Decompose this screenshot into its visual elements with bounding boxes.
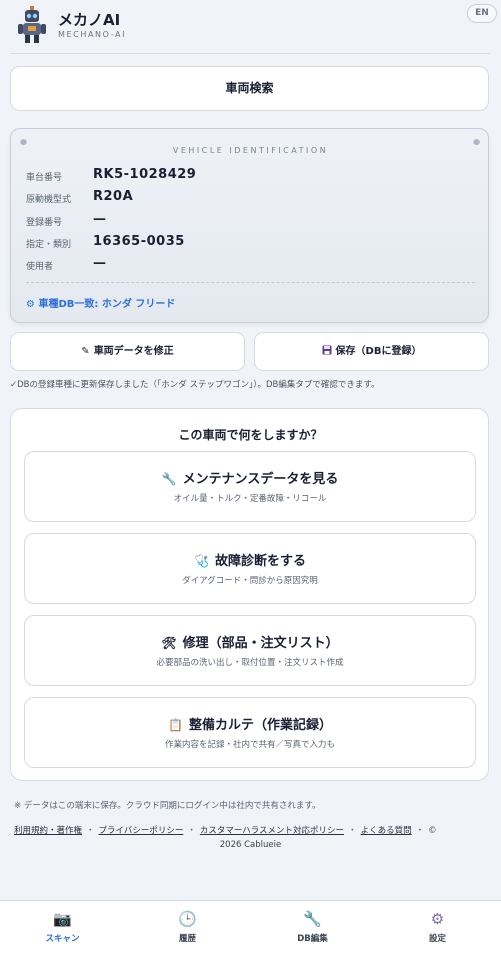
vehicle-identification-card: VEHICLE IDENTIFICATION 車台番号 RK5-1028429 … (10, 128, 489, 323)
menu-item-title: 整備カルテ（作業記録） (188, 718, 332, 733)
menu-item-subtitle: 必要部品の洗い出し・取付位置・注文リスト作成 (156, 658, 344, 668)
clock-icon: 🕒 (178, 910, 197, 928)
vehicle-row-value: R20A (93, 189, 134, 204)
vehicle-row-value: — (93, 256, 107, 271)
edit-vehicle-data-button[interactable]: ✎ 車両データを修正 (10, 332, 245, 371)
nav-tab-db-edit[interactable]: 🔧 DB編集 (250, 901, 375, 953)
data-storage-note: ※ データはこの端末に保存。クラウド同期にログイン中は社内で共有されます。 (14, 801, 321, 811)
save-confirmation-message: ✓DBの登録車種に更新保存しました（「ホンダ ステップワゴン」）。DB編集タブで… (10, 380, 380, 390)
copyright-symbol: © (428, 826, 437, 836)
vehicle-search-button[interactable]: 車両検索 (10, 66, 489, 111)
vehicle-row-value: — (93, 212, 107, 227)
pencil-icon: ✎ (81, 346, 90, 357)
rivet-decoration (473, 138, 480, 145)
tools-icon: 🛠 (161, 636, 177, 650)
nav-tab-history[interactable]: 🕒 履歴 (125, 901, 250, 953)
nav-tab-scan[interactable]: 📷 スキャン (0, 901, 125, 953)
vehicle-card-divider (26, 282, 475, 283)
app-subtitle: MECHANO-AI (58, 30, 127, 39)
link-separator: ・ (348, 826, 357, 836)
copyright-text: 2026 Cablueie (219, 840, 282, 850)
floppy-disk-icon (322, 333, 332, 370)
menu-item-service-record[interactable]: 📋 整備カルテ（作業記録） 作業内容を記録・社内で共有／写真で入力も (24, 697, 476, 768)
nav-tab-label: 設定 (428, 934, 446, 944)
harassment-policy-link[interactable]: カスタマーハラスメント対応ポリシー (200, 826, 344, 836)
camera-icon: 📷 (53, 910, 72, 928)
menu-item-maintenance-data[interactable]: 🔧 メンテナンスデータを見る オイル量・トルク・定番故障・リコール (24, 451, 476, 522)
link-separator: ・ (187, 826, 196, 836)
stethoscope-icon: 🩺 (194, 554, 209, 568)
db-match-status: ⚙ 車種DB一致: ホンダ フリード (26, 299, 176, 310)
menu-item-subtitle: 作業内容を記録・社内で共有／写真で入力も (164, 740, 335, 750)
action-menu-question: この車両で何をしますか？ (178, 428, 323, 442)
nav-tab-label: 履歴 (178, 934, 196, 944)
action-menu-panel: この車両で何をしますか？ 🔧 メンテナンスデータを見る オイル量・トルク・定番故障… (10, 408, 489, 781)
privacy-policy-link[interactable]: プライバシーポリシー (99, 826, 184, 836)
menu-item-title: 修理（部品・注文リスト） (182, 636, 339, 651)
vehicle-card-title: VEHICLE IDENTIFICATION (172, 146, 329, 155)
footer-links: 利用規約・著作権・プライバシーポリシー・カスタマーハラスメント対応ポリシー・よく… (14, 822, 488, 840)
edit-vehicle-data-label: 車両データを修正 (93, 346, 174, 357)
menu-item-diagnosis[interactable]: 🩺 故障診断をする ダイアグコード・問診から原因究明 (24, 533, 476, 604)
clipboard-icon: 📋 (168, 718, 183, 732)
rivet-decoration (20, 138, 27, 145)
bottom-navigation: 📷 スキャン 🕒 履歴 🔧 DB編集 ⚙ 設定 (0, 900, 501, 953)
nav-tab-settings[interactable]: ⚙ 設定 (375, 901, 500, 953)
save-to-db-button[interactable]: 保存（DBに登録） (254, 332, 489, 371)
save-to-db-label: 保存（DBに登録） (335, 346, 422, 357)
nav-tab-label: DB編集 (297, 934, 328, 944)
menu-item-title-row: 🩺 故障診断をする (25, 550, 475, 569)
menu-item-title: メンテナンスデータを見る (182, 472, 339, 487)
menu-item-title-row: 🔧 メンテナンスデータを見る (25, 468, 475, 487)
gear-icon: ⚙ (430, 910, 445, 928)
menu-item-title: 故障診断をする (214, 554, 306, 569)
language-toggle-button[interactable]: EN (467, 4, 497, 23)
wrench-icon: 🔧 (161, 472, 177, 486)
faq-link[interactable]: よくある質問 (361, 826, 412, 836)
menu-item-subtitle: ダイアグコード・問診から原因究明 (182, 576, 318, 586)
link-separator: ・ (415, 826, 425, 836)
header-divider (10, 53, 490, 54)
terms-link[interactable]: 利用規約・著作権 (14, 826, 82, 836)
robot-mascot-logo (16, 6, 48, 44)
app-header: メカノAI MECHANO-AI EN (0, 0, 501, 54)
menu-item-subtitle: オイル量・トルク・定番故障・リコール (173, 494, 327, 504)
vehicle-row-value: RK5-1028429 (93, 167, 197, 182)
link-separator: ・ (86, 826, 95, 836)
menu-item-repair[interactable]: 🛠 修理（部品・注文リスト） 必要部品の洗い出し・取付位置・注文リスト作成 (24, 615, 476, 686)
nav-tab-label: スキャン (45, 934, 80, 944)
vehicle-row-value: 16365-0035 (93, 234, 185, 249)
menu-item-title-row: 📋 整備カルテ（作業記録） (25, 714, 475, 733)
wrench-icon: 🔧 (303, 910, 322, 928)
app-title: メカノAI (58, 11, 121, 29)
menu-item-title-row: 🛠 修理（部品・注文リスト） (25, 632, 475, 651)
